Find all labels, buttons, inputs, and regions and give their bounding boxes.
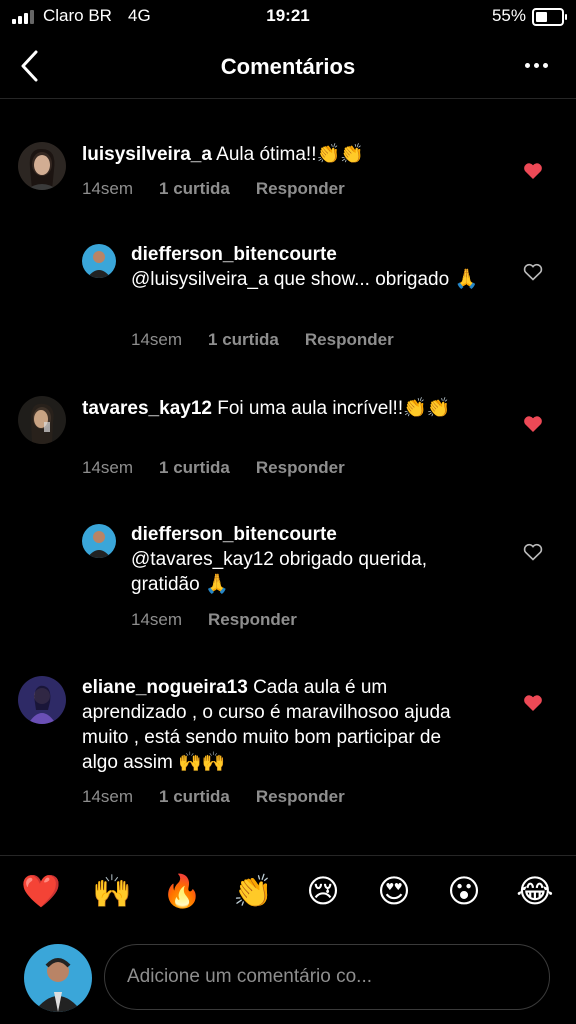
divider: [0, 855, 576, 856]
likes-count[interactable]: 1 curtida: [159, 787, 230, 807]
comment-age: 14sem: [131, 610, 183, 629]
comment-username[interactable]: diefferson_bitencourte: [131, 522, 491, 547]
comment-meta: 14sem 1 curtida Responder: [131, 330, 394, 350]
emoji-heart-eyes-button[interactable]: 😍: [369, 872, 419, 910]
comment-content: @luisysilveira_a que show... obrigado 🙏: [131, 269, 479, 290]
battery-percent: 55%: [491, 6, 526, 25]
battery-icon: [532, 8, 567, 26]
reply-button[interactable]: Responder: [256, 787, 345, 807]
comment-meta: 14sem Responder: [131, 610, 297, 630]
comment-content: Foi uma aula incrível!!👏👏: [211, 398, 451, 419]
likes-count[interactable]: 1 curtida: [208, 330, 279, 350]
quick-emoji-bar: ❤️ 🙌 🔥 👏 😢 😍 😮 😂: [0, 872, 576, 922]
status-bar: Claro BR 4G 19:21 55%: [0, 0, 576, 34]
clock: 19:21: [266, 6, 310, 25]
emoji-surprised-button[interactable]: 😮: [439, 872, 489, 910]
avatar[interactable]: [18, 142, 66, 190]
avatar[interactable]: [82, 244, 116, 278]
comment-text: diefferson_bitencourte @luisysilveira_a …: [131, 242, 491, 292]
comment-username[interactable]: eliane_nogueira13: [82, 677, 248, 698]
emoji-raised-hands-button[interactable]: 🙌: [87, 872, 137, 910]
page-title: Comentários: [220, 54, 356, 79]
comment-meta: 14sem 1 curtida Responder: [82, 787, 345, 807]
header: Comentários: [0, 34, 576, 99]
emoji-laughing-button[interactable]: 😂: [510, 872, 560, 910]
comment-text: diefferson_bitencourte @tavares_kay12 ob…: [131, 522, 491, 597]
likes-count[interactable]: 1 curtida: [159, 179, 230, 199]
comment-age: 14sem: [82, 179, 134, 198]
emoji-crying-button[interactable]: 😢: [298, 872, 348, 910]
reply-button[interactable]: Responder: [256, 179, 345, 199]
heart-filled-icon[interactable]: [523, 694, 543, 712]
reply-button[interactable]: Responder: [256, 458, 345, 478]
reply-button[interactable]: Responder: [305, 330, 394, 350]
comment-content: Aula ótima!!👏👏: [211, 144, 364, 165]
comment-meta: 14sem 1 curtida Responder: [82, 179, 345, 199]
heart-outline-icon[interactable]: [523, 263, 543, 281]
heart-filled-icon[interactable]: [523, 162, 543, 180]
comment-age: 14sem: [82, 787, 134, 806]
comment-text: eliane_nogueira13 Cada aula é um aprendi…: [82, 675, 482, 775]
heart-outline-icon[interactable]: [523, 543, 543, 561]
comment-text: luisysilveira_a Aula ótima!!👏👏: [82, 142, 482, 167]
avatar[interactable]: [18, 396, 66, 444]
more-options-icon[interactable]: [525, 63, 548, 68]
comment-meta: 14sem 1 curtida Responder: [82, 458, 345, 478]
comment-text: tavares_kay12 Foi uma aula incrível!!👏👏: [82, 396, 482, 421]
comment-composer: [104, 944, 550, 1010]
emoji-clap-button[interactable]: 👏: [228, 872, 278, 910]
heart-filled-icon[interactable]: [523, 415, 543, 433]
reply-button[interactable]: Responder: [208, 610, 297, 630]
emoji-fire-button[interactable]: 🔥: [157, 872, 207, 910]
comments-list[interactable]: luisysilveira_a Aula ótima!!👏👏 14sem 1 c…: [0, 99, 576, 855]
comment-username[interactable]: tavares_kay12: [82, 398, 212, 419]
comment-input[interactable]: [125, 945, 529, 1009]
likes-count[interactable]: 1 curtida: [159, 458, 230, 478]
comment-username[interactable]: diefferson_bitencourte: [131, 242, 491, 267]
avatar[interactable]: [18, 676, 66, 724]
comment-age: 14sem: [82, 458, 134, 477]
avatar[interactable]: [82, 524, 116, 558]
comment-content: @tavares_kay12 obrigado querida, gratidã…: [131, 549, 428, 595]
current-user-avatar: [24, 944, 92, 1012]
comment-username[interactable]: luisysilveira_a: [82, 144, 212, 165]
emoji-heart-button[interactable]: ❤️: [16, 872, 66, 910]
comment-age: 14sem: [131, 330, 183, 349]
